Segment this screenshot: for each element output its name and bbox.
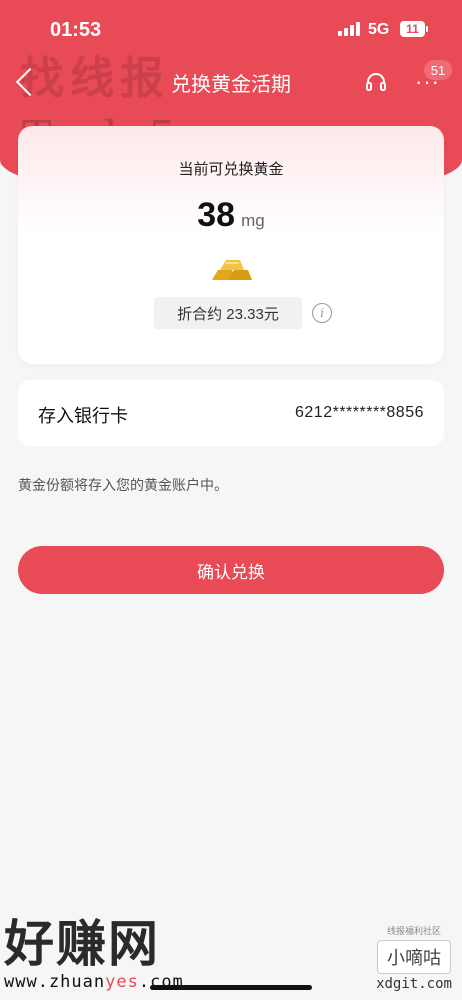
bank-card-row[interactable]: 存入银行卡 6212********8856	[18, 380, 444, 446]
watermark-bottom-right-box: 小嘀咕	[377, 940, 451, 974]
watermark-bottom-right-caption: 线报福利社区	[386, 926, 441, 936]
watermark-bottom-right: 线报福利社区 小嘀咕 xdgit.com	[372, 924, 456, 992]
gold-amount: 38 mg	[18, 196, 444, 235]
gold-amount-value: 38	[197, 196, 236, 234]
notification-badge: 51	[424, 60, 452, 80]
battery-level: 11	[406, 22, 419, 36]
status-time: 01:53	[50, 19, 102, 41]
gold-amount-unit: mg	[241, 211, 265, 230]
home-indicator[interactable]	[150, 985, 312, 990]
bank-card-label: 存入银行卡	[38, 406, 128, 426]
watermark-url-part: www.zhuan	[4, 972, 106, 992]
network-type: 5G	[368, 21, 390, 38]
deposit-note: 黄金份额将存入您的黄金账户中。	[18, 477, 228, 493]
equivalent-value: 折合约 23.33元	[154, 297, 302, 329]
battery-icon: 11	[400, 21, 428, 37]
watermark-bottom-left-title: 好赚网	[4, 916, 160, 972]
gold-bars-icon	[212, 260, 252, 280]
watermark-bottom-left: 好赚网 www.zhuanyes.com	[4, 916, 184, 992]
confirm-exchange-button[interactable]: 确认兑换	[18, 546, 444, 594]
page-title: 兑换黄金活期	[171, 74, 291, 96]
gold-balance-card: 当前可兑换黄金 38 mg 折合约 23.33元 i	[18, 126, 444, 364]
headset-icon[interactable]	[364, 70, 388, 94]
nav-bar: 兑换黄金活期 ···	[0, 62, 462, 102]
bank-card-number: 6212********8856	[295, 404, 424, 421]
info-icon[interactable]: i	[312, 303, 332, 323]
available-gold-label: 当前可兑换黄金	[178, 161, 284, 178]
watermark-bottom-right-url: xdgit.com	[376, 976, 452, 992]
signal-icon	[338, 22, 360, 36]
watermark-url-highlight: yes	[105, 972, 139, 992]
